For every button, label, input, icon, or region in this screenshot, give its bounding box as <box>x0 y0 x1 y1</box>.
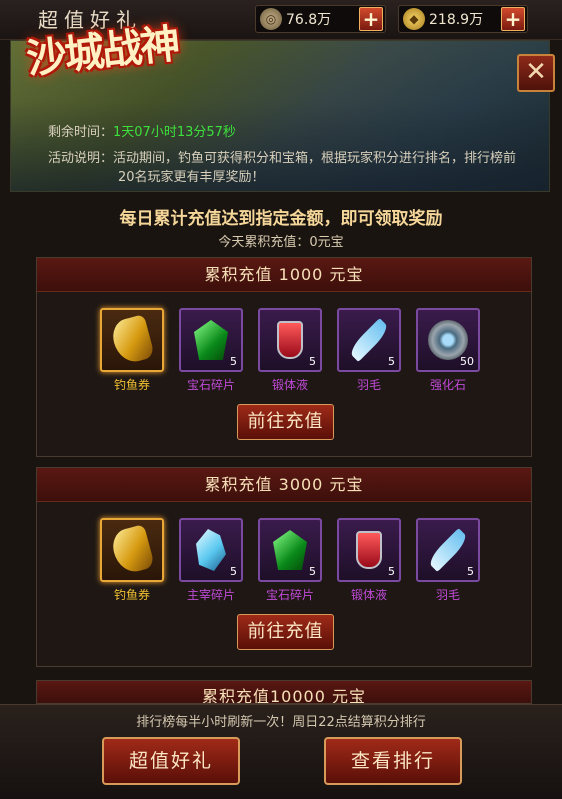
reward-item[interactable]: 5 宝石碎片 <box>251 518 329 603</box>
item-count: 5 <box>388 355 395 368</box>
value-gift-button[interactable]: 超值好礼 <box>102 737 240 785</box>
feather-icon <box>347 318 391 362</box>
reward-item[interactable]: 5 锻体液 <box>251 308 329 393</box>
potion-icon <box>277 321 303 359</box>
item-name: 羽毛 <box>435 588 460 602</box>
remaining-time-value: 1天07小时13分57秒 <box>113 125 236 140</box>
reward-items: 钓鱼券 5 宝石碎片 5 锻体液 5 羽毛 50 强化石 <box>93 308 488 393</box>
close-button[interactable]: ✕ <box>517 54 555 92</box>
item-slot[interactable]: 5 <box>337 308 401 372</box>
item-name: 羽毛 <box>356 378 381 392</box>
blue-crystal-icon <box>196 529 226 571</box>
footer-bar: 排行榜每半小时刷新一次！周日22点结算积分排行 超值好礼 查看排行 <box>0 704 562 799</box>
green-gem-icon <box>194 320 228 360</box>
reward-tier-2: 累积充值 3000 元宝 钓鱼券 5 主宰碎片 5 宝石碎片 5 锻体液 5 羽… <box>36 467 532 667</box>
item-count: 5 <box>467 565 474 578</box>
remaining-time-label: 剩余时间： <box>48 125 114 140</box>
tier-title: 累积充值10000 元宝 <box>202 687 366 704</box>
recharge-headline: 每日累计充值达到指定金额，即可领取奖励 <box>119 209 443 229</box>
reward-item[interactable]: 5 宝石碎片 <box>172 308 250 393</box>
item-count: 5 <box>230 355 237 368</box>
item-name: 钓鱼券 <box>113 378 150 392</box>
item-count: 50 <box>460 355 474 368</box>
reward-item[interactable]: 50 强化石 <box>409 308 487 393</box>
coin-value: 76.8万 <box>286 12 332 28</box>
green-gem-icon <box>273 530 307 570</box>
item-name: 宝石碎片 <box>265 588 314 602</box>
event-description-label: 活动说明： <box>48 151 114 166</box>
tier-title: 累积充值 1000 元宝 <box>37 258 531 292</box>
item-name: 强化石 <box>429 378 466 392</box>
reward-item[interactable]: 钓鱼券 <box>93 308 171 393</box>
fishing-ticket-icon <box>108 524 156 576</box>
item-name: 宝石碎片 <box>186 378 235 392</box>
fishing-ticket-icon <box>108 314 156 366</box>
item-slot[interactable]: 50 <box>416 308 480 372</box>
item-count: 5 <box>388 565 395 578</box>
item-count: 5 <box>230 565 237 578</box>
reward-item[interactable]: 5 锻体液 <box>330 518 408 603</box>
gold-value: 218.9万 <box>429 12 484 28</box>
coin-icon: ◎ <box>260 8 282 30</box>
add-gold-button[interactable]: + <box>501 7 525 31</box>
reward-item[interactable]: 5 羽毛 <box>409 518 487 603</box>
reward-tier-3: 累积充值10000 元宝 <box>36 680 532 704</box>
reward-items: 钓鱼券 5 主宰碎片 5 宝石碎片 5 锻体液 5 羽毛 <box>93 518 488 603</box>
remaining-time: 剩余时间：1天07小时13分57秒 <box>48 123 236 142</box>
item-count: 5 <box>309 355 316 368</box>
reward-tier-1: 累积充值 1000 元宝 钓鱼券 5 宝石碎片 5 锻体液 5 羽毛 50 强化… <box>36 257 532 457</box>
item-slot[interactable]: 5 <box>258 518 322 582</box>
item-name: 钓鱼券 <box>113 588 150 602</box>
tier-title: 累积充值 3000 元宝 <box>37 468 531 502</box>
go-recharge-button[interactable]: 前往充值 <box>237 614 334 650</box>
potion-icon <box>356 531 382 569</box>
item-slot[interactable]: 5 <box>258 308 322 372</box>
item-slot[interactable]: 5 <box>179 518 243 582</box>
reward-item[interactable]: 5 主宰碎片 <box>172 518 250 603</box>
go-recharge-button[interactable]: 前往充值 <box>237 404 334 440</box>
feather-icon <box>426 528 470 572</box>
item-name: 锻体液 <box>350 588 387 602</box>
item-name: 锻体液 <box>271 378 308 392</box>
view-ranking-button[interactable]: 查看排行 <box>324 737 462 785</box>
add-coin-button[interactable]: + <box>359 7 383 31</box>
rank-notice: 排行榜每半小时刷新一次！周日22点结算积分排行 <box>136 715 426 730</box>
item-count: 5 <box>309 565 316 578</box>
reward-item[interactable]: 钓鱼券 <box>93 518 171 603</box>
item-slot[interactable]: 5 <box>416 518 480 582</box>
item-name: 主宰碎片 <box>186 588 235 602</box>
event-description: 活动说明：活动期间，钓鱼可获得积分和宝箱，根据玩家积分进行排名，排行榜前20名玩… <box>48 149 528 187</box>
gold-balance: ◆ 218.9万 + <box>398 5 528 33</box>
event-description-text: 活动期间，钓鱼可获得积分和宝箱，根据玩家积分进行排名，排行榜前20名玩家更有丰厚… <box>113 151 517 185</box>
coin-balance: ◎ 76.8万 + <box>255 5 386 33</box>
gold-ingot-icon: ◆ <box>403 8 425 30</box>
item-slot[interactable]: 5 <box>179 308 243 372</box>
item-slot[interactable] <box>100 308 164 372</box>
item-slot[interactable]: 5 <box>337 518 401 582</box>
item-slot[interactable] <box>100 518 164 582</box>
today-recharge: 今天累积充值：0元宝 <box>218 235 344 250</box>
reward-item[interactable]: 5 羽毛 <box>330 308 408 393</box>
enhance-stone-icon <box>428 320 468 360</box>
